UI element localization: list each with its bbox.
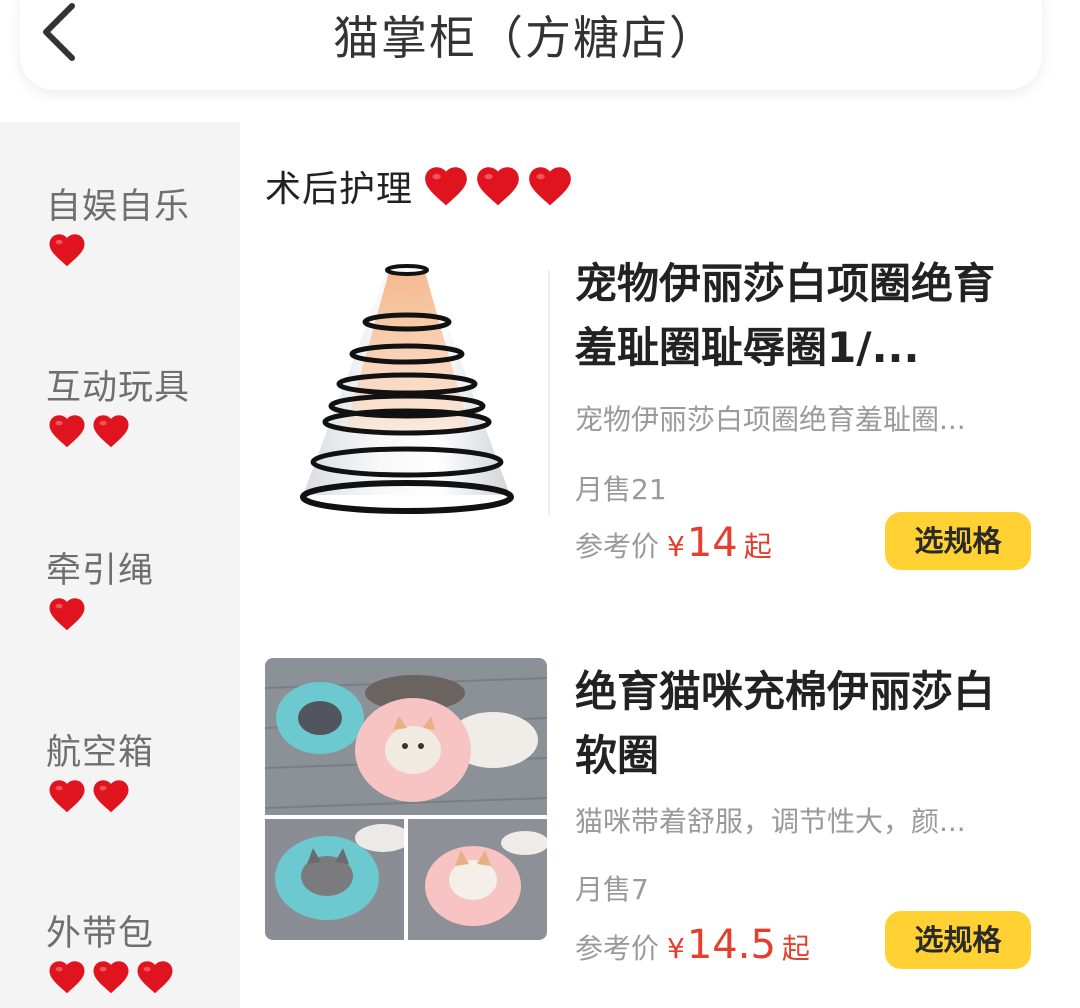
heart-icon <box>49 598 85 631</box>
divider <box>548 270 550 515</box>
product-image-cat-collar[interactable] <box>265 658 547 940</box>
cat-collar-collage-image <box>265 658 547 940</box>
price-currency: ¥ <box>667 530 685 563</box>
monthly-sales: 月售21 <box>575 473 667 506</box>
product-card[interactable]: 宠物伊丽莎白项圈绝育羞耻圈耻辱圈1/... 宠物伊丽莎白项圈绝育羞耻圈... 月… <box>265 250 1055 570</box>
heart-icon <box>477 167 519 206</box>
sidebar-item-label: 航空箱 <box>46 733 155 773</box>
price-value: 14.5 <box>686 922 776 968</box>
monthly-sales: 月售7 <box>575 873 649 906</box>
heart-icon <box>425 167 467 206</box>
heart-icon <box>93 780 129 813</box>
hearts-row <box>46 775 154 817</box>
hearts-row <box>46 410 190 452</box>
select-spec-button[interactable]: 选规格 <box>885 911 1031 969</box>
product-name[interactable]: 绝育猫咪充棉伊丽莎白软圈 <box>575 660 1025 788</box>
price-suffix: 起 <box>743 530 772 563</box>
price-row: 参考价 ¥ 14 起 <box>575 520 772 566</box>
sidebar-item-interactive-toys[interactable]: 互动玩具 <box>46 366 190 452</box>
hearts-row <box>421 161 575 211</box>
hearts-row <box>46 956 176 998</box>
price-currency: ¥ <box>667 932 685 965</box>
heart-icon <box>93 415 129 448</box>
sidebar-item-label: 牵引绳 <box>46 551 155 591</box>
heart-icon <box>49 961 85 994</box>
heart-icon <box>529 167 571 206</box>
hearts-row <box>46 229 190 271</box>
back-button[interactable] <box>34 0 94 62</box>
heart-icon <box>49 415 85 448</box>
sidebar-item-label: 自娱自乐 <box>46 187 191 227</box>
heart-icon <box>49 234 85 267</box>
product-name[interactable]: 宠物伊丽莎白项圈绝育羞耻圈耻辱圈1/... <box>575 252 1025 380</box>
price-label: 参考价 <box>575 530 660 563</box>
price-label: 参考价 <box>575 932 660 965</box>
hearts-row <box>46 593 154 635</box>
select-spec-button[interactable]: 选规格 <box>885 512 1031 570</box>
section-title: 术后护理 <box>265 169 414 210</box>
store-title: 猫掌柜（方糖店） <box>333 11 717 65</box>
sidebar-item-label: 互动玩具 <box>46 368 191 408</box>
price-row: 参考价 ¥ 14.5 起 <box>575 922 810 968</box>
product-image-cone-collar[interactable] <box>265 250 547 532</box>
price-value: 14 <box>686 520 738 566</box>
sidebar-item-carrier[interactable]: 航空箱 <box>46 731 154 817</box>
chevron-left-icon <box>43 3 75 61</box>
section-header: 术后护理 <box>265 160 575 212</box>
product-card[interactable]: 绝育猫咪充棉伊丽莎白软圈 猫咪带着舒服，调节性大，颜... 月售7 参考价 ¥ … <box>265 658 1055 969</box>
sidebar-item-label: 外带包 <box>46 914 155 954</box>
cone-collar-image <box>265 250 547 532</box>
product-description: 猫咪带着舒服，调节性大，颜... <box>575 805 966 838</box>
heart-icon <box>49 780 85 813</box>
sidebar-item-travel-bag[interactable]: 外带包 <box>46 912 176 998</box>
product-description: 宠物伊丽莎白项圈绝育羞耻圈... <box>575 403 966 436</box>
sidebar-item-self-play[interactable]: 自娱自乐 <box>46 185 190 271</box>
heart-icon <box>93 961 129 994</box>
price-suffix: 起 <box>781 932 810 965</box>
sidebar-item-leash[interactable]: 牵引绳 <box>46 549 154 635</box>
heart-icon <box>137 961 173 994</box>
